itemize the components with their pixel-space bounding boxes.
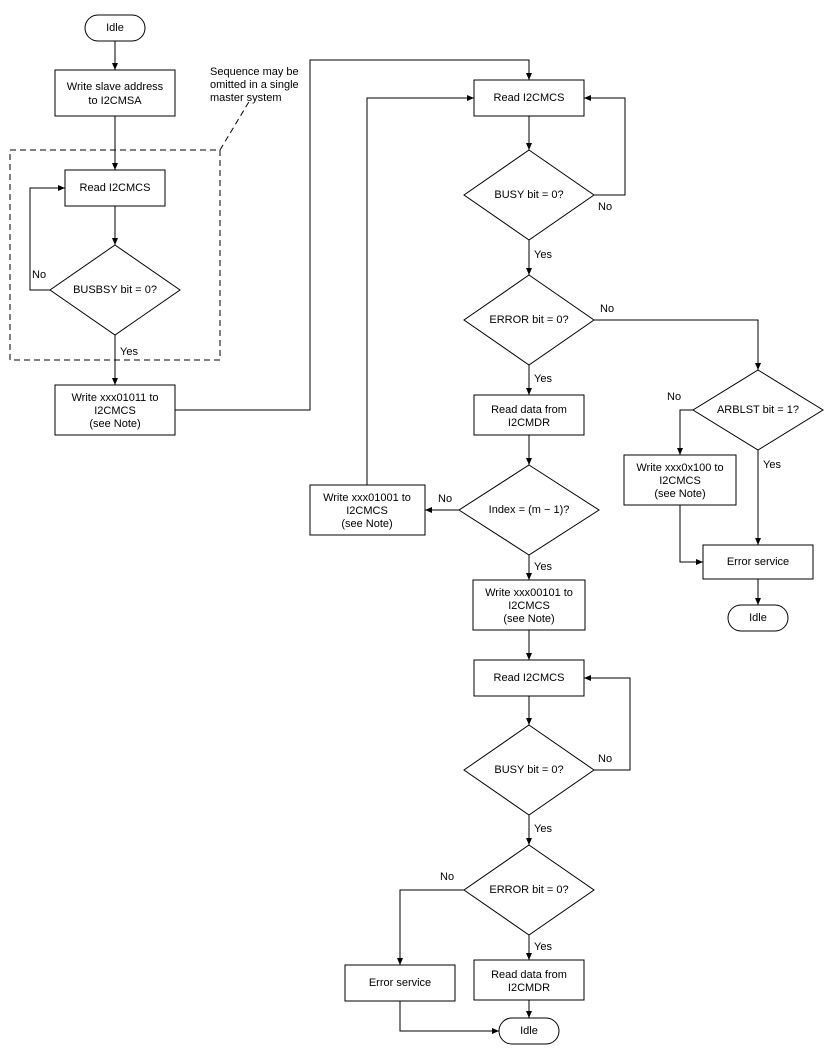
process-write-00101-line2: I2CMCS — [508, 600, 550, 612]
label-no: No — [32, 269, 46, 281]
process-error-service-right-label: Error service — [727, 556, 789, 568]
label-yes: Yes — [534, 373, 552, 385]
process-write-01001-line2: I2CMCS — [346, 505, 388, 517]
process-write-00101-line1: Write xxx00101 to — [485, 587, 573, 599]
process-read-data-1-line2: I2CMDR — [508, 417, 550, 429]
arrow-error2-no — [400, 890, 464, 965]
decision-arblst-label: ARBLST bit = 1? — [717, 404, 799, 416]
label-no: No — [600, 303, 614, 315]
process-write-slave — [55, 70, 175, 116]
note-line2: omitted in a single — [210, 79, 299, 91]
process-write-slave-line2: to I2CMSA — [88, 95, 142, 107]
process-read-data-2-line1: Read data from — [491, 969, 567, 981]
process-write-01001-line3: (see Note) — [341, 518, 392, 530]
process-read-i2cmcs-top-label: Read I2CMCS — [494, 92, 565, 104]
arrow-arblst-no — [680, 410, 693, 455]
label-no: No — [598, 753, 612, 765]
process-write-0x100-line3: (see Note) — [654, 488, 705, 500]
label-yes: Yes — [534, 823, 552, 835]
label-no: No — [440, 871, 454, 883]
note-line1: Sequence may be — [210, 66, 299, 78]
decision-error-2-label: ERROR bit = 0? — [489, 884, 568, 896]
process-write-0x100-line2: I2CMCS — [659, 475, 701, 487]
decision-busbsy-label: BUSBSY bit = 0? — [73, 284, 157, 296]
process-write-01011-line1: Write xxx01011 to — [71, 392, 158, 404]
label-no: No — [667, 391, 681, 403]
process-write-01011-line2: I2CMCS — [94, 405, 136, 417]
label-yes: Yes — [534, 941, 552, 953]
terminal-idle-top-label: Idle — [106, 22, 124, 34]
process-write-01001-line1: Write xxx01001 to — [323, 492, 411, 504]
process-write-01011-line3: (see Note) — [89, 418, 140, 430]
label-yes: Yes — [120, 346, 138, 358]
note-leader — [220, 100, 250, 150]
process-write-0x100-line1: Write xxx0x100 to — [636, 462, 723, 474]
process-write-slave-line1: Write slave address — [67, 81, 164, 93]
decision-error-1-label: ERROR bit = 0? — [489, 314, 568, 326]
label-yes: Yes — [763, 459, 781, 471]
decision-busy-2-label: BUSY bit = 0? — [494, 764, 563, 776]
process-read-i2cmcs-left-label: Read I2CMCS — [80, 182, 151, 194]
process-read-data-2-line2: I2CMDR — [508, 982, 550, 994]
arrow-0x100-to-error — [680, 505, 703, 562]
decision-index-label: Index = (m − 1)? — [489, 504, 570, 516]
process-error-service-left-label: Error service — [369, 977, 431, 989]
arrow-busy1-no — [584, 98, 625, 195]
note-line3: master system — [210, 92, 282, 104]
decision-busy-1-label: BUSY bit = 0? — [494, 189, 563, 201]
terminal-idle-bottom-label: Idle — [520, 1025, 538, 1037]
label-yes: Yes — [534, 249, 552, 261]
label-yes: Yes — [534, 561, 552, 573]
arrow-error1-no — [594, 320, 758, 370]
process-write-00101-line3: (see Note) — [503, 613, 554, 625]
process-read-i2cmcs-mid-label: Read I2CMCS — [494, 672, 565, 684]
process-read-data-1-line1: Read data from — [491, 404, 567, 416]
arrow-01001-loop — [367, 98, 474, 485]
label-no: No — [598, 201, 612, 213]
arrow-error-left-to-idle — [400, 1001, 499, 1031]
label-no: No — [438, 493, 452, 505]
terminal-idle-right-label: Idle — [749, 612, 767, 624]
